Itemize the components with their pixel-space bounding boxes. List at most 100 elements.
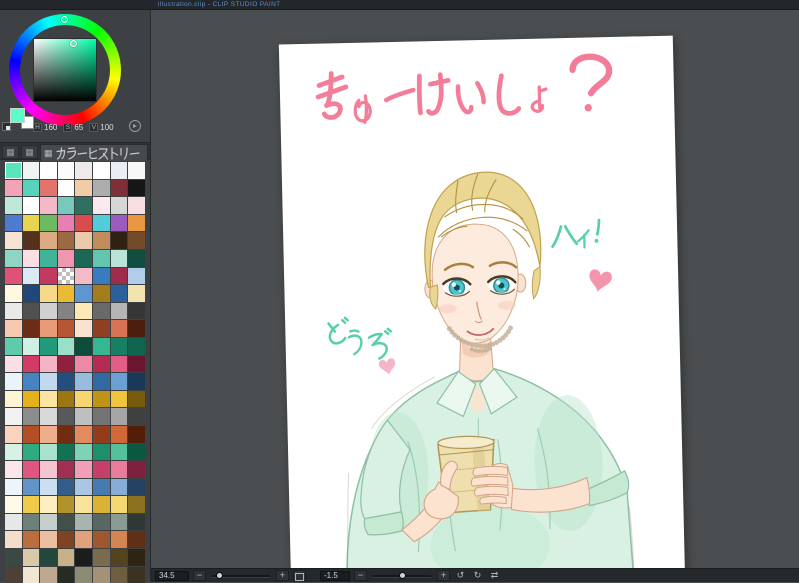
color-swatch[interactable] xyxy=(110,285,128,302)
color-swatch[interactable] xyxy=(5,496,22,513)
color-swatch[interactable] xyxy=(128,496,145,513)
color-swatch[interactable] xyxy=(57,496,75,513)
color-swatch[interactable] xyxy=(40,478,57,496)
color-swatch[interactable] xyxy=(92,443,110,461)
color-swatch[interactable] xyxy=(40,549,57,566)
color-swatch[interactable] xyxy=(110,337,128,355)
color-swatch[interactable] xyxy=(5,461,22,478)
color-swatch[interactable] xyxy=(40,355,57,373)
color-swatch[interactable] xyxy=(92,179,110,197)
color-swatch[interactable] xyxy=(40,249,57,267)
color-swatch[interactable] xyxy=(110,390,128,408)
color-swatch[interactable] xyxy=(5,267,22,285)
color-swatch[interactable] xyxy=(57,461,75,478)
color-swatch[interactable] xyxy=(128,443,145,461)
color-swatch[interactable] xyxy=(22,390,40,408)
color-swatch[interactable] xyxy=(22,513,40,531)
color-swatch[interactable] xyxy=(5,531,22,549)
color-swatch[interactable] xyxy=(22,443,40,461)
color-swatch[interactable] xyxy=(22,373,40,390)
color-swatch[interactable] xyxy=(22,162,40,179)
color-swatch[interactable] xyxy=(128,390,145,408)
color-swatch[interactable] xyxy=(40,443,57,461)
color-swatch[interactable] xyxy=(40,285,57,302)
color-swatch[interactable] xyxy=(5,549,22,566)
color-swatch[interactable] xyxy=(92,162,110,179)
color-swatch[interactable] xyxy=(110,179,128,197)
color-swatch[interactable] xyxy=(40,232,57,249)
color-swatch[interactable] xyxy=(57,197,75,214)
color-swatch[interactable] xyxy=(110,355,128,373)
color-swatch[interactable] xyxy=(128,478,145,496)
color-swatch[interactable] xyxy=(92,531,110,549)
color-swatch[interactable] xyxy=(110,566,128,583)
color-swatch[interactable] xyxy=(128,249,145,267)
reset-rotation-ccw-icon[interactable]: ↺ xyxy=(454,570,467,581)
color-swatch[interactable] xyxy=(75,390,92,408)
color-swatch[interactable] xyxy=(5,355,22,373)
color-swatch[interactable] xyxy=(40,531,57,549)
color-swatch[interactable] xyxy=(75,513,92,531)
color-swatch[interactable] xyxy=(75,496,92,513)
color-swatch[interactable] xyxy=(5,179,22,197)
color-swatch[interactable] xyxy=(40,461,57,478)
color-swatch[interactable] xyxy=(92,496,110,513)
color-swatch[interactable] xyxy=(5,320,22,337)
color-swatch[interactable] xyxy=(57,549,75,566)
color-swatch[interactable] xyxy=(40,337,57,355)
color-swatch[interactable] xyxy=(110,267,128,285)
color-swatch[interactable] xyxy=(92,408,110,425)
color-swatch[interactable] xyxy=(40,425,57,443)
color-swatch[interactable] xyxy=(110,496,128,513)
color-swatch[interactable] xyxy=(22,461,40,478)
color-swatch[interactable] xyxy=(110,408,128,425)
color-swatch[interactable] xyxy=(22,531,40,549)
color-swatch[interactable] xyxy=(92,285,110,302)
color-swatch[interactable] xyxy=(110,320,128,337)
color-swatch[interactable] xyxy=(128,197,145,214)
color-mode-icon[interactable] xyxy=(129,120,141,132)
color-swatch[interactable] xyxy=(92,267,110,285)
color-swatch[interactable] xyxy=(75,549,92,566)
color-swatch[interactable] xyxy=(92,390,110,408)
color-swatch[interactable] xyxy=(128,337,145,355)
color-swatch[interactable] xyxy=(110,549,128,566)
color-swatch[interactable] xyxy=(128,531,145,549)
color-swatch[interactable] xyxy=(128,232,145,249)
color-swatch[interactable] xyxy=(92,197,110,214)
color-swatch[interactable] xyxy=(22,425,40,443)
color-swatch[interactable] xyxy=(5,408,22,425)
color-swatch[interactable] xyxy=(110,443,128,461)
color-swatch[interactable] xyxy=(5,249,22,267)
color-swatch[interactable] xyxy=(92,513,110,531)
color-swatch[interactable] xyxy=(92,355,110,373)
color-swatch[interactable] xyxy=(22,355,40,373)
color-swatch[interactable] xyxy=(128,355,145,373)
color-swatch[interactable] xyxy=(57,373,75,390)
color-swatch[interactable] xyxy=(75,302,92,320)
color-swatch[interactable] xyxy=(110,249,128,267)
rotation-slider[interactable] xyxy=(371,570,433,581)
zoom-out-button[interactable]: − xyxy=(193,570,206,581)
color-swatch[interactable] xyxy=(22,249,40,267)
color-swatch[interactable] xyxy=(5,162,22,179)
color-swatch[interactable] xyxy=(22,478,40,496)
color-swatch[interactable] xyxy=(5,390,22,408)
color-swatch[interactable] xyxy=(75,214,92,232)
color-swatch[interactable] xyxy=(128,179,145,197)
color-swatch[interactable] xyxy=(5,337,22,355)
transparent-swatch[interactable] xyxy=(57,267,75,285)
color-swatch[interactable] xyxy=(128,549,145,566)
document-tab[interactable]: illustration.clip - CLIP STUDIO PAINT xyxy=(158,1,281,8)
color-swatch[interactable] xyxy=(110,478,128,496)
color-swatch[interactable] xyxy=(40,513,57,531)
color-swatch[interactable] xyxy=(5,285,22,302)
color-swatch[interactable] xyxy=(75,478,92,496)
color-swatch[interactable] xyxy=(75,373,92,390)
color-swatch[interactable] xyxy=(22,566,40,583)
color-swatch[interactable] xyxy=(75,249,92,267)
hue-indicator[interactable] xyxy=(61,16,68,23)
color-swatch[interactable] xyxy=(5,443,22,461)
color-swatch[interactable] xyxy=(92,478,110,496)
color-swatch[interactable] xyxy=(57,179,75,197)
